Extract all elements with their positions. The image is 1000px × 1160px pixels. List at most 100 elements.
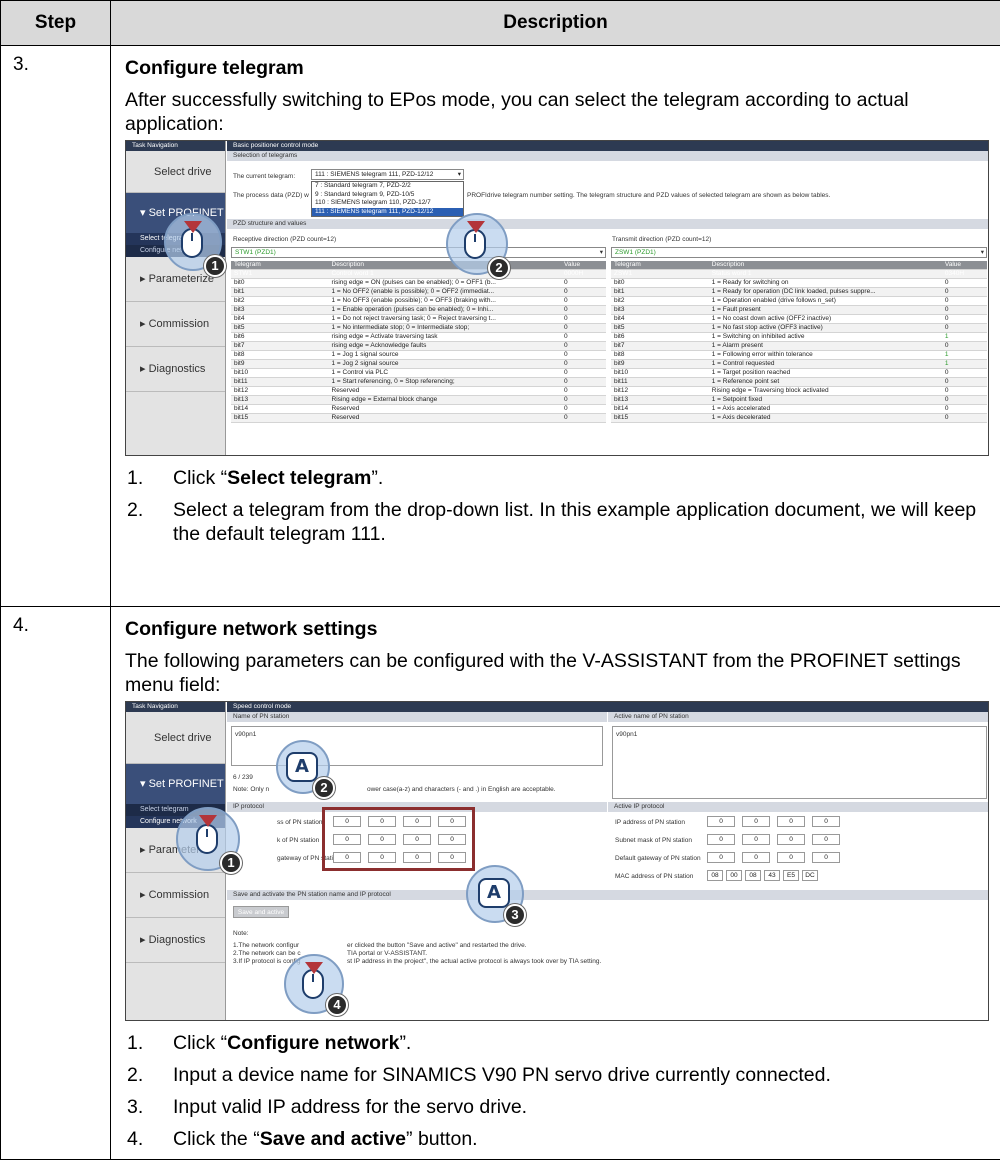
table-row: bit11 = No OFF2 (enable is possible); 0 …: [231, 288, 606, 297]
ip-octet: 0: [777, 834, 805, 845]
mac-octet: 08: [745, 870, 761, 881]
table-cell: Description: [709, 261, 942, 269]
telegram-option[interactable]: 110 : SIEMENS telegram 110, PZD-12/7: [312, 199, 463, 208]
nav-select-drive[interactable]: Select drive: [126, 151, 225, 193]
table-row: bit101 = Target position reached0: [611, 369, 987, 378]
mac-address-label: MAC address of PN station: [615, 871, 693, 882]
transmit-direction-label: Transmit direction (PZD count=12): [612, 234, 711, 245]
nav-diagnostics[interactable]: ▸ Diagnostics: [126, 918, 225, 963]
step-number: 4.: [1, 607, 111, 1160]
active-subnet-value: 0000: [707, 834, 840, 845]
table-cell: ZSW1: [611, 270, 709, 278]
table-cell: bit3: [611, 306, 709, 314]
table-cell: 0: [942, 297, 987, 305]
table-row: bit41 = Do not reject traversing task; 0…: [231, 315, 606, 324]
table-row: bit81 = Following error within tolerance…: [611, 351, 987, 360]
telegram-dropdown[interactable]: 111 : SIEMENS telegram 111, PZD-12/12▾: [311, 169, 464, 180]
table-header-row: Step Description: [1, 1, 1000, 46]
table-cell: bit6: [231, 333, 329, 341]
table-row: bit71 = Alarm present0: [611, 342, 987, 351]
table-cell: Value: [942, 261, 987, 269]
pointer-arrow-icon: [305, 962, 323, 974]
ip-octet: 0: [777, 816, 805, 827]
table-cell: 1 = No coast down active (OFF2 inactive): [709, 315, 942, 323]
table-cell: 0: [561, 315, 606, 323]
pointer-arrow-icon: [467, 221, 485, 233]
table-cell: bit10: [231, 369, 329, 377]
table-cell: 1 = Target position reached: [709, 369, 942, 377]
table-cell: 0: [561, 342, 606, 350]
table-cell: 0: [561, 279, 606, 287]
text-cursor-icon: A: [286, 752, 318, 782]
nav-commission[interactable]: ▸ Commission: [126, 873, 225, 918]
table-row: bit31 = Fault present0: [611, 306, 987, 315]
table-cell: 1 = Enable operation (pulses can be enab…: [329, 306, 562, 314]
table-row: bit12Rising edge = Traversing block acti…: [611, 387, 987, 396]
table-cell: 1 = Start referencing, 0 = Stop referenc…: [329, 378, 562, 386]
active-gateway-value: 0000: [707, 852, 840, 863]
table-cell: bit12: [231, 387, 329, 395]
list-text-bold: Select telegram: [227, 467, 371, 489]
table-cell: Reserved: [329, 414, 562, 422]
mac-octet: E5: [783, 870, 799, 881]
table-cell: Rising edge = Traversing block activated: [709, 387, 942, 395]
ip-highlight-box: [322, 807, 475, 871]
list-item: 3.Input valid IP address for the servo d…: [125, 1095, 994, 1119]
table-cell: 0340H: [942, 270, 987, 278]
table-row: bit0rising edge = ON (pulses can be enab…: [231, 279, 606, 288]
telegram-option[interactable]: 9 : Standard telegram 9, PZD-10/5: [312, 191, 463, 200]
table-cell: bit6: [611, 333, 709, 341]
dropdown-arrow-icon: ▾: [458, 170, 461, 179]
list-text: Click the “: [173, 1128, 260, 1150]
step-number: 3.: [1, 46, 111, 607]
table-cell: 0: [561, 387, 606, 395]
list-number: 2.: [127, 1063, 143, 1087]
step3-instructions: 1.Click “Select telegram”. 2.Select a te…: [125, 466, 994, 546]
mac-octet: 43: [764, 870, 780, 881]
table-cell: 1 = Control requested: [709, 360, 942, 368]
table-cell: bit8: [611, 351, 709, 359]
table-row: bit111 = Reference point set0: [611, 378, 987, 387]
subnet-mask-label: k of PN station: [277, 835, 319, 846]
table-cell: 1: [942, 333, 987, 341]
table-cell: bit5: [231, 324, 329, 332]
table-row: bit81 = Jog 1 signal source0: [231, 351, 606, 360]
nav-commission[interactable]: ▸ Commission: [126, 302, 225, 347]
nav-title: Task Navigation: [126, 702, 225, 712]
table-cell: 1: [942, 351, 987, 359]
table-cell: 0: [942, 369, 987, 377]
table-cell: bit1: [231, 288, 329, 296]
table-row: bit51 = No intermediate stop; 0 = Interm…: [231, 324, 606, 333]
table-cell: 1 = Operation enabled (drive follows n_s…: [709, 297, 942, 305]
table-cell: 0: [561, 306, 606, 314]
nav-set-profinet[interactable]: ▾ Set PROFINET: [126, 764, 225, 804]
telegram-option[interactable]: 7 : Standard telegram 7, PZD-2/2: [312, 182, 463, 191]
table-cell: STW1: [231, 270, 329, 278]
nav-select-drive[interactable]: Select drive: [126, 712, 225, 764]
mac-octet: 08: [707, 870, 723, 881]
list-text-bold: Configure network: [227, 1032, 399, 1054]
table-cell: bit13: [611, 396, 709, 404]
receive-word-select[interactable]: STW1 (PZD1)▾: [231, 247, 606, 258]
active-ip-value: 0000: [707, 816, 840, 827]
ip-octet: 0: [707, 816, 735, 827]
telegram-option-selected[interactable]: 111 : SIEMENS telegram 111, PZD-12/12: [312, 208, 463, 217]
list-item: 1.Click “Select telegram”.: [125, 466, 994, 490]
table-cell: bit13: [231, 396, 329, 404]
list-number: 3.: [127, 1095, 143, 1119]
table-cell: 1 = Axis accelerated: [709, 405, 942, 413]
table-row: bit101 = Control via PLC0: [231, 369, 606, 378]
telegram-main-panel: Basic positioner control mode Selection …: [227, 141, 988, 455]
table-cell: bit2: [611, 297, 709, 305]
nav-diagnostics[interactable]: ▸ Diagnostics: [126, 347, 225, 392]
table-row: bit14Reserved0: [231, 405, 606, 414]
table-row: bit21 = No OFF3 (enable possible); 0 = O…: [231, 297, 606, 306]
character-counter: 6 / 239: [233, 772, 253, 783]
save-and-active-button[interactable]: Save and active: [233, 906, 289, 918]
table-cell: Reserved: [329, 405, 562, 413]
transmit-word-select[interactable]: ZSW1 (PZD1)▾: [611, 247, 987, 258]
active-name-value: v90pn1: [616, 729, 637, 740]
table-cell: rising edge = ON (pulses can be enabled)…: [329, 279, 562, 287]
nav-commission-label: Commission: [149, 889, 210, 901]
table-cell: bit0: [231, 279, 329, 287]
